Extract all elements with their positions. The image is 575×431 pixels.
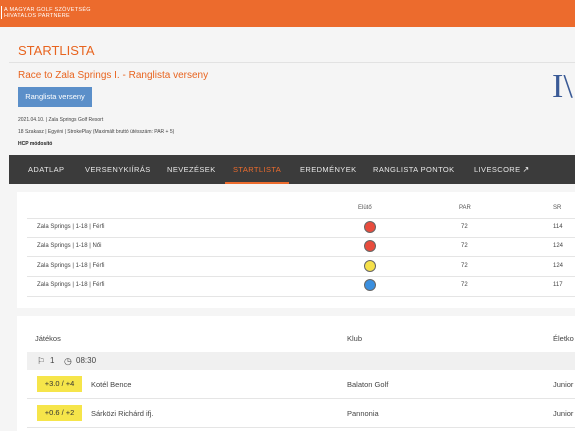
header-par: PAR	[459, 205, 471, 211]
ranking-competition-button[interactable]: Ranglista verseny	[18, 87, 92, 107]
player-name[interactable]: Kotél Bence	[91, 380, 131, 389]
header-player: Játékos	[35, 334, 61, 343]
tab-eredmenyek[interactable]: EREDMÉNYEK	[300, 155, 357, 184]
competition-title: Race to Zala Springs I. - Ranglista vers…	[18, 70, 209, 81]
player-age-group: Junior	[553, 409, 574, 418]
tee-par: 72	[461, 243, 468, 249]
clock-icon: ◷	[64, 356, 72, 366]
competition-format: 18 Szakasz | Egyéni | StrokePlay (Maximá…	[18, 129, 175, 135]
partner-line-2: HIVATALOS PARTNERE	[4, 13, 71, 19]
competition-date-venue: 2021.04.10. | Zala Springs Golf Resort	[18, 117, 104, 123]
player-club: Pannonia	[347, 409, 379, 418]
tees-table: Elütő PAR SR Zala Springs | 1-18 | Férfi…	[17, 192, 575, 308]
start-list-table: Játékos Klub Életko ⚐ 1 ◷ 08:30 +3.0 / +…	[17, 316, 575, 431]
tee-color-dot	[364, 240, 376, 252]
row-divider	[27, 427, 575, 428]
flag-icon: ⚐	[37, 356, 46, 366]
tab-versenykiiras[interactable]: VERSENYKIÍRÁS	[85, 155, 151, 184]
player-age-group: Junior	[553, 380, 574, 389]
tee-sr: 124	[553, 263, 564, 269]
tee-course: Zala Springs | 1-18 | Férfi	[37, 263, 105, 269]
tee-par: 72	[461, 224, 468, 230]
header-sr: SR	[553, 205, 562, 211]
header-club: Klub	[347, 334, 363, 343]
title-divider	[9, 62, 575, 63]
row-divider	[27, 398, 575, 399]
header-age-group: Életko	[553, 334, 574, 343]
tee-color-dot	[364, 221, 376, 233]
tee-par: 72	[461, 282, 468, 288]
tab-livescore[interactable]: LIVESCORE ↗	[474, 155, 530, 184]
tee-course: Zala Springs | 1-18 | Férfi	[37, 282, 105, 288]
top-banner: A MAGYAR GOLF SZÖVETSÉG HIVATALOS PARTNE…	[0, 0, 575, 27]
hcp-badge: +3.0 / +4	[37, 376, 82, 392]
tee-sr: 114	[553, 224, 563, 230]
row-divider	[27, 218, 575, 219]
tee-sr: 124	[553, 243, 564, 249]
tee-time: 08:30	[76, 356, 97, 365]
row-divider	[27, 296, 575, 297]
player-club: Balaton Golf	[347, 380, 389, 389]
flight-number: 1	[50, 356, 55, 365]
tee-course: Zala Springs | 1-18 | Férfi	[37, 224, 105, 230]
row-divider	[27, 276, 575, 277]
row-divider	[27, 256, 575, 257]
tee-color-dot	[364, 279, 376, 291]
tab-ranglista-pontok[interactable]: RANGLISTA PONTOK	[373, 155, 455, 184]
hcp-modifier-label: HCP módosító	[18, 141, 53, 147]
hcp-badge: +0.6 / +2	[37, 405, 82, 421]
player-name[interactable]: Sárközi Richárd ifj.	[91, 409, 154, 418]
tee-par: 72	[461, 263, 468, 269]
tab-adatlap[interactable]: ADATLAP	[28, 155, 64, 184]
tee-course: Zala Springs | 1-18 | Női	[37, 243, 102, 249]
header-elotti: Elütő	[358, 205, 372, 211]
tab-startlista[interactable]: STARTLISTA	[224, 155, 290, 184]
tab-nevezesek[interactable]: NEVEZÉSEK	[167, 155, 216, 184]
tee-sr: 117	[553, 282, 563, 288]
competition-tabs: ADATLAP VERSENYKIÍRÁS NEVEZÉSEK STARTLIS…	[9, 155, 575, 184]
banner-divider	[1, 6, 2, 19]
tab-livescore-label: LIVESCORE	[474, 165, 521, 174]
sponsor-logo: I\	[552, 68, 573, 105]
external-link-icon: ↗	[522, 165, 530, 174]
tee-color-dot	[364, 260, 376, 272]
page-title: STARTLISTA	[18, 43, 95, 58]
row-divider	[27, 237, 575, 238]
flight-header: ⚐ 1 ◷ 08:30	[27, 352, 575, 370]
